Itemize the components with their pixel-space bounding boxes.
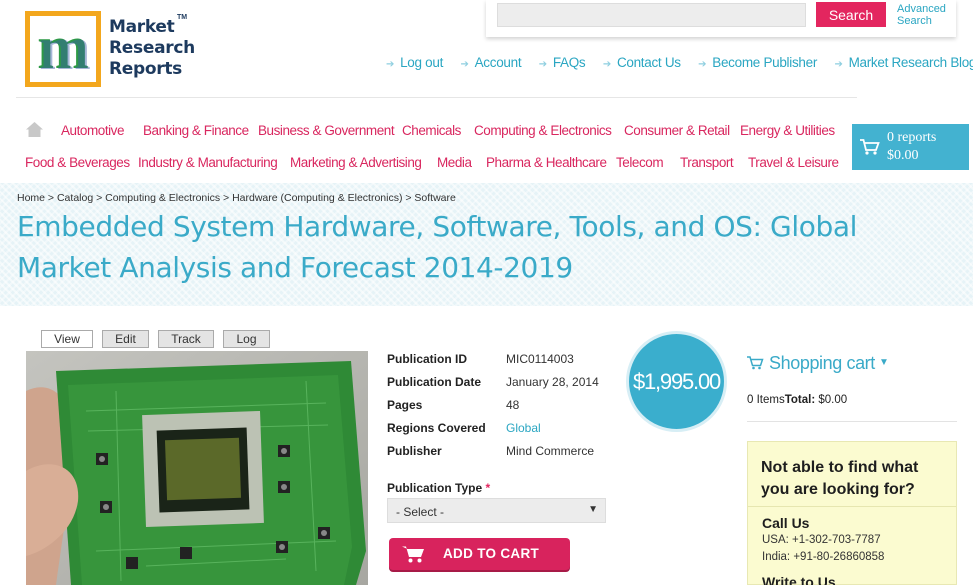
category-industry-manufacturing[interactable]: Industry & Manufacturing [138,155,278,170]
category-travel-leisure[interactable]: Travel & Leisure [748,155,839,170]
publication-date-value: January 28, 2014 [506,375,599,389]
logo-trademark: TM [177,14,188,21]
sidebar-divider [747,421,957,422]
publisher-label: Publisher [387,444,442,458]
tab-view[interactable]: View [41,330,93,348]
category-business-government[interactable]: Business & Government [258,123,395,138]
header-divider [16,97,857,98]
category-automotive[interactable]: Automotive [61,123,124,138]
faqs-link[interactable]: ➔ FAQs [539,55,586,70]
category-banking-finance[interactable]: Banking & Finance [143,123,249,138]
chevron-down-icon[interactable]: ▼ [879,357,889,368]
header-cart[interactable]: 0 reports $0.00 [852,124,969,170]
regions-label: Regions Covered [387,421,486,435]
search-input[interactable] [497,3,806,27]
site-logo[interactable]: m m Market Research Reports TM [25,11,195,89]
help-box: Not able to find what you are looking fo… [747,441,957,585]
blog-link[interactable]: ➔ Market Research Blog [834,55,973,70]
shopping-cart-icon [747,356,764,370]
advanced-search-link[interactable]: Advanced Search [897,3,952,27]
logout-link[interactable]: ➔ Log out [386,55,443,70]
regions-value-link[interactable]: Global [506,421,541,435]
category-computing-electronics[interactable]: Computing & Electronics [474,123,612,138]
category-energy-utilities[interactable]: Energy & Utilities [740,123,835,138]
pages-label: Pages [387,398,423,412]
publication-id-value: MIC0114003 [506,352,574,366]
publication-type-label: Publication Type * [387,481,491,495]
page-title: Embedded System Hardware, Software, Tool… [17,210,857,284]
publisher-value: Mind Commerce [506,444,595,458]
breadcrumb[interactable]: Home > Catalog > Computing & Electronics… [17,192,456,204]
add-to-cart-button[interactable]: ADD TO CART [389,538,570,570]
arrow-right-icon: ➔ [460,59,469,70]
required-mark: * [485,481,491,495]
account-links: ➔ Log out ➔ Account ➔ FAQs ➔ Contact Us ➔ Bec… [386,55,973,70]
home-icon[interactable] [26,122,43,137]
arrow-right-icon: ➔ [386,59,395,70]
tab-track[interactable]: Track [158,330,214,348]
search-panel: Search Advanced Search [486,0,956,37]
call-us-title: Call Us [762,515,810,531]
shopping-cart-summary: 0 ItemsTotal: $0.00 [747,394,848,406]
publication-date-label: Publication Date [387,375,482,389]
category-pharma-healthcare[interactable]: Pharma & Healthcare [486,155,607,170]
help-divider [748,506,956,507]
arrow-right-icon: ➔ [834,59,843,70]
arrow-right-icon: ➔ [698,59,707,70]
logo-mark: m m [25,11,101,87]
account-link[interactable]: ➔ Account [461,55,522,70]
price-badge: $1,995.00 [626,331,727,432]
category-food-beverages[interactable]: Food & Beverages [25,155,130,170]
shopping-cart-title[interactable]: Shopping cart [769,353,875,374]
arrow-right-icon: ➔ [602,59,611,70]
category-transport[interactable]: Transport [680,155,734,170]
category-chemicals[interactable]: Chemicals [402,123,461,138]
contact-us-link[interactable]: ➔ Contact Us [603,55,681,70]
become-publisher-link[interactable]: ➔ Become Publisher [698,55,817,70]
category-telecom[interactable]: Telecom [616,155,664,170]
publication-id-label: Publication ID [387,352,468,366]
cart-count: 0 reports [887,130,937,145]
cart-total: $0.00 [887,148,919,163]
pages-value: 48 [506,398,520,412]
cart-icon [860,139,880,155]
help-title: Not able to find what you are looking fo… [761,459,919,498]
tab-log[interactable]: Log [223,330,270,348]
svg-text:m: m [39,16,91,82]
category-media[interactable]: Media [437,155,472,170]
search-button[interactable]: Search [816,2,886,27]
write-to-us-title[interactable]: Write to Us [762,574,836,585]
india-phone: India: +91-80-26860858 [762,551,885,563]
category-consumer-retail[interactable]: Consumer & Retail [624,123,730,138]
logo-wordmark: Market Research Reports [109,17,195,79]
category-marketing-advertising[interactable]: Marketing & Advertising [290,155,422,170]
chevron-down-icon: ▼ [588,504,598,515]
cart-icon [402,546,424,563]
usa-phone: USA: +1-302-703-7787 [762,534,881,546]
publication-type-select[interactable]: - Select - ▼ [387,498,606,523]
product-image [26,351,368,585]
tab-edit[interactable]: Edit [102,330,149,348]
arrow-right-icon: ➔ [538,59,547,70]
